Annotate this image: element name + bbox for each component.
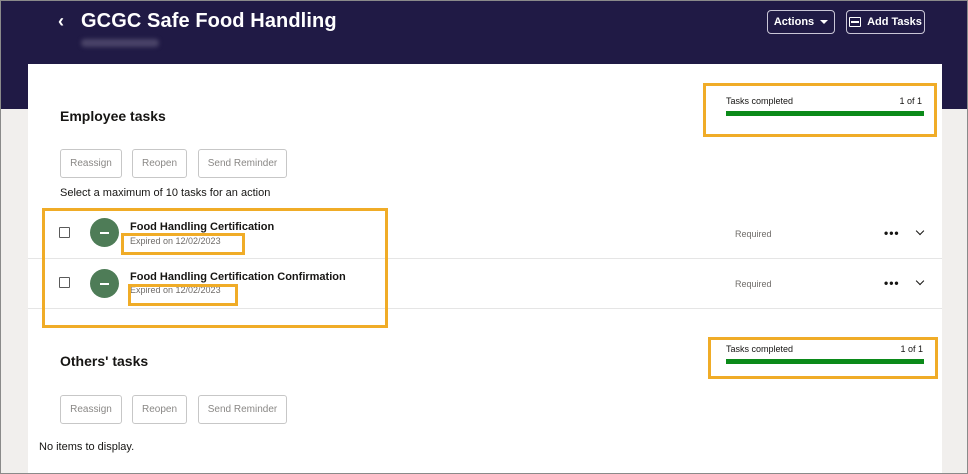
- more-options-icon[interactable]: •••: [884, 276, 900, 290]
- empty-state-text: No items to display.: [39, 441, 135, 453]
- progress-bar-fill: [726, 359, 924, 364]
- chevron-down-icon: [820, 20, 829, 24]
- employee-tasks-title: Employee tasks: [60, 108, 166, 124]
- progress-bar: [726, 111, 924, 116]
- highlight-task-rows: [42, 208, 388, 328]
- actions-button-label: Actions: [773, 16, 815, 28]
- chevron-down-icon[interactable]: [915, 226, 925, 236]
- others-tasks-progress: Tasks completed 1 of 1: [708, 337, 938, 379]
- progress-label: Tasks completed: [726, 96, 794, 106]
- add-tasks-button-label: Add Tasks: [867, 16, 922, 28]
- chevron-down-icon[interactable]: [915, 276, 925, 286]
- more-options-icon[interactable]: •••: [884, 226, 900, 240]
- highlight-expired-date: [128, 284, 238, 306]
- send-reminder-button[interactable]: Send Reminder: [198, 149, 287, 178]
- highlight-expired-date: [121, 233, 245, 255]
- page-title: GCGC Safe Food Handling: [81, 10, 337, 32]
- progress-count: 1 of 1: [899, 96, 922, 106]
- app-frame: ‹ GCGC Safe Food Handling Actions Add Ta…: [0, 0, 968, 474]
- reassign-button[interactable]: Reassign: [60, 149, 122, 178]
- add-tasks-icon: [849, 17, 862, 27]
- progress-label: Tasks completed: [726, 344, 794, 354]
- actions-button[interactable]: Actions: [767, 10, 835, 34]
- add-tasks-button[interactable]: Add Tasks: [846, 10, 925, 34]
- task-requirement: Required: [735, 229, 772, 239]
- task-requirement: Required: [735, 279, 772, 289]
- redacted-subtitle: [81, 39, 159, 47]
- reassign-button[interactable]: Reassign: [60, 395, 122, 424]
- reopen-button[interactable]: Reopen: [132, 149, 187, 178]
- employee-tasks-progress: Tasks completed 1 of 1: [703, 83, 937, 137]
- send-reminder-button[interactable]: Send Reminder: [198, 395, 287, 424]
- progress-bar-fill: [726, 111, 924, 116]
- selection-hint: Select a maximum of 10 tasks for an acti…: [60, 187, 271, 199]
- back-arrow-icon[interactable]: ‹: [58, 11, 64, 32]
- reopen-button[interactable]: Reopen: [132, 395, 187, 424]
- others-tasks-title: Others' tasks: [60, 353, 149, 369]
- progress-count: 1 of 1: [900, 344, 923, 354]
- progress-bar: [726, 359, 924, 364]
